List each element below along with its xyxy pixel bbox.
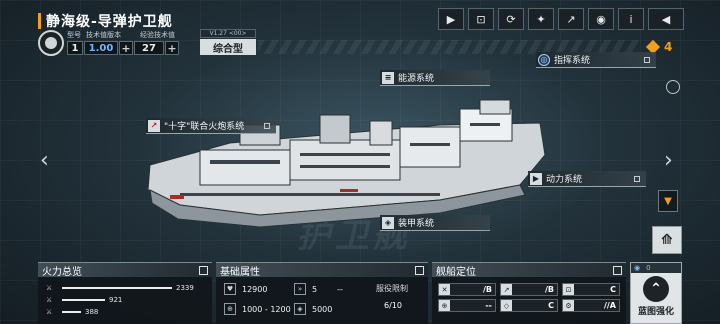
tech-add-button[interactable]: + [119,41,133,55]
firepower-bar [62,311,81,313]
hull-positioning-panel: 舰船定位 ✕ /B ↗ /B ⊡ C ⊕ -- ◇ C ⚙ //A [432,262,626,324]
service-limit-label: 服役限制 [376,284,408,293]
service-limit-value: 6/10 [384,301,402,310]
refresh-icon[interactable]: ⟳ [498,8,524,30]
blueprint-label: 蓝图强化 [637,307,674,317]
firepower-bar [62,299,105,301]
ship-title: 静海级-导弹护卫舰 [46,14,173,30]
hull-cell: ↗ /B [500,283,558,296]
share-icon[interactable]: ↗ [558,8,584,30]
top-toolbar: ▶ ⊡ ⟳ ✦ ↗ ◉ i ◀ [438,8,708,32]
hull-cell: ⚙ //A [562,299,620,312]
chevron-up-icon: ⌃ [643,276,669,302]
power-system-label[interactable]: ▶ 动力系统 [528,171,646,187]
hull-expand-icon[interactable] [613,265,622,275]
engine-icon: ▶ [530,172,542,185]
ship-title-bar: 静海级-导弹护卫舰 [38,10,173,32]
weapon-icon: ⚔ [46,308,53,316]
hp-icon: ♥ [224,283,236,295]
scan-icon[interactable]: ◉ [588,8,614,30]
speed-icon: » [294,283,306,295]
role-icon: ◇ [501,300,512,311]
armor-system-label[interactable]: ◈ 装甲系统 [380,215,490,231]
role-icon: ⊕ [439,300,450,311]
firepower-row: ⚔ 921 [46,295,122,305]
gun-icon[interactable]: ✦ [528,8,554,30]
video-icon[interactable]: ▶ [438,8,464,30]
role-icon: ↗ [501,284,512,295]
blueprint-icon: ◉ [634,264,641,272]
hull-cell: ◇ C [500,299,558,312]
radar-icon: ◎ [538,53,550,66]
exp-add-button[interactable]: + [165,41,179,55]
attributes-panel: 基础属性 ♥ 12900 » 5 -- ⊕ 1000 - 1200 ◈ 5000… [216,262,428,324]
energy-system-label[interactable]: ≡ 能源系统 [380,70,490,86]
hull-cell: ⊕ -- [438,299,496,312]
next-ship-arrow-icon[interactable]: › [664,148,673,173]
armor-attribute: ◈ 5000 [294,301,332,317]
model-number: 1 [67,41,83,55]
back-icon[interactable]: ◀ [648,8,684,30]
speed-attribute: » 5 -- [294,281,343,297]
tech-version-header: 技术值版本 [86,31,121,39]
info-icon[interactable]: i [618,8,644,30]
firepower-title: 火力总览 [42,266,82,278]
attributes-title: 基础属性 [220,266,260,278]
exp-tech-header: 经验技术值 [140,31,175,39]
exp-value: 27 [134,41,164,55]
upgrade-icon[interactable]: ⟰ [652,226,682,254]
hull-cell: ⊡ C [562,283,620,296]
battery-icon: ≡ [382,71,394,84]
tech-value: 1.00 [84,41,118,55]
option-dot-icon[interactable] [666,80,680,94]
cannon-icon: ↗ [148,119,160,132]
range-icon: ⊕ [224,303,236,315]
firepower-value: 921 [109,296,123,304]
firepower-row: ⚔ 388 [46,307,98,317]
shield-icon: ◈ [382,216,394,229]
hp-attribute: ♥ 12900 [224,281,267,297]
hull-cell: ✕ /B [438,283,496,296]
resource-count: 4 [664,40,673,54]
faction-emblem-icon [38,30,64,56]
model-header: 型号 [67,31,81,39]
role-icon: ⚙ [563,300,574,311]
ship-type-badge: 综合型 [200,39,256,55]
attributes-expand-icon[interactable] [415,265,424,275]
firepower-expand-icon[interactable] [199,265,208,275]
blueprint-boost-button[interactable]: ◉ 0 ⌃ 蓝图强化 [630,262,682,324]
firepower-value: 2339 [176,284,194,292]
title-accent [38,13,41,29]
firepower-bar [62,287,172,289]
version-label: V1.27 <00> [200,29,256,38]
role-icon: ⊡ [563,284,574,295]
weapon-icon: ⚔ [46,296,53,304]
firepower-panel: 火力总览 ⚔ 2339 ⚔ 921 ⚔ 388 [38,262,212,324]
armor-icon: ◈ [294,303,306,315]
dropdown-button[interactable]: ▼ [658,190,678,212]
command-system-label[interactable]: ◎ 指挥系统 [536,52,656,68]
firepower-value: 388 [85,308,99,316]
role-icon: ✕ [439,284,450,295]
image-icon[interactable]: ⊡ [468,8,494,30]
hull-positioning-title: 舰船定位 [436,266,476,278]
blueprint-count: 0 [646,264,651,272]
firepower-row: ⚔ 2339 [46,283,194,293]
ship-model[interactable] [140,95,560,235]
weapon-icon: ⚔ [46,284,53,292]
artillery-system-label[interactable]: ↗ "十字"联合火炮系统 [146,118,276,134]
prev-ship-arrow-icon[interactable]: ‹ [40,148,49,173]
range-attribute: ⊕ 1000 - 1200 [224,301,291,317]
